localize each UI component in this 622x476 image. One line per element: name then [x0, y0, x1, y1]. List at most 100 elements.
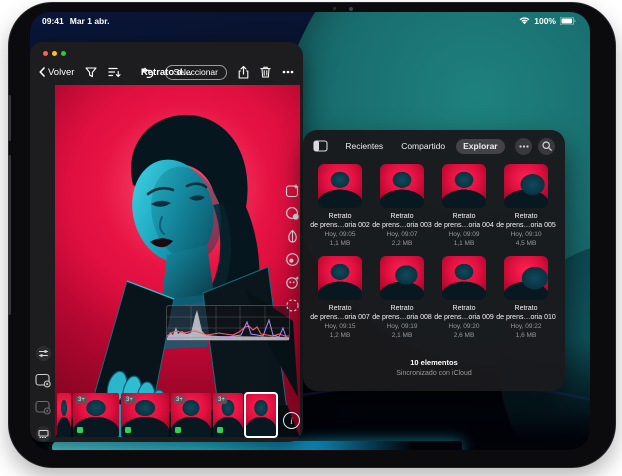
retouch-icon[interactable]: [284, 274, 301, 291]
battery-percent: 100%: [534, 16, 556, 26]
file-thumbnail: [504, 164, 548, 208]
file-size: 1,6 MB: [495, 332, 557, 340]
file-date: Hoy, 09:10: [495, 231, 557, 239]
file-thumbnail: [442, 256, 486, 300]
file-size: 2,1 MB: [371, 332, 433, 340]
front-camera: [349, 7, 353, 11]
file-size: 2,2 MB: [371, 240, 433, 248]
preset-button-dimmed[interactable]: [34, 398, 52, 416]
filmstrip-toggle-button[interactable]: [34, 425, 52, 443]
sidebar-toggle-icon[interactable]: [313, 140, 328, 152]
file-date: Hoy, 09:07: [371, 231, 433, 239]
file-thumbnail: [318, 256, 362, 300]
edited-badge: [77, 427, 83, 433]
clock: 09:41: [42, 16, 64, 26]
status-bar: 09:41 Mar 1 abr. 100%: [30, 14, 590, 28]
info-button[interactable]: i: [283, 412, 300, 429]
portrait-figure: [55, 85, 300, 437]
battery-icon: [560, 17, 576, 25]
file-date: Hoy, 09:05: [309, 231, 371, 239]
trash-icon[interactable]: [260, 66, 271, 78]
file-thumbnail: [442, 164, 486, 208]
item-count: 10 elementos: [303, 358, 565, 367]
ipad-screen: 09:41 Mar 1 abr. 100%: [30, 12, 590, 450]
filmstrip-thumb[interactable]: 3+: [73, 393, 119, 437]
files-grid: Retratode prens…oria 002 Hoy, 09:05 1,1 …: [309, 164, 559, 348]
filmstrip-thumb[interactable]: 3+: [213, 393, 243, 437]
view-options-rail: [32, 344, 54, 443]
back-label: Volver: [48, 67, 74, 78]
file-thumbnail: [380, 164, 424, 208]
file-size: 2,6 MB: [433, 332, 495, 340]
file-item[interactable]: Retratode prens…oria 002 Hoy, 09:05 1,1 …: [309, 164, 371, 248]
file-thumbnail: [318, 164, 362, 208]
files-tabs: Recientes Compartido Explorar: [338, 139, 504, 154]
filmstrip-thumb[interactable]: 3+: [171, 393, 211, 437]
clone-icon[interactable]: [284, 297, 301, 314]
back-button[interactable]: Volver: [39, 67, 74, 78]
undo-icon[interactable]: [142, 67, 154, 78]
file-item[interactable]: Retratode prens…oria 010 Hoy, 09:22 1,6 …: [495, 256, 557, 340]
auto-enhance-icon[interactable]: [284, 182, 301, 199]
histogram-panel: [166, 305, 290, 341]
sort-icon[interactable]: [108, 67, 121, 78]
file-date: Hoy, 09:15: [309, 323, 371, 331]
file-item[interactable]: Retratode prens…oria 003 Hoy, 09:07 2,2 …: [371, 164, 433, 248]
file-date: Hoy, 09:20: [433, 323, 495, 331]
photo-editor-window: Volver Retrato d… Seleccionar: [30, 42, 303, 442]
share-icon[interactable]: [238, 66, 249, 79]
filmstrip-thumb-selected[interactable]: [245, 393, 277, 437]
files-header: Recientes Compartido Explorar: [303, 130, 565, 162]
color-adjust-icon[interactable]: [284, 205, 301, 222]
wallpaper-cyan-glow: [52, 441, 462, 450]
preset-button[interactable]: [34, 371, 52, 389]
filmstrip: 3+ 3+ 3+ 3+: [57, 393, 277, 437]
front-camera: [333, 7, 336, 10]
more-icon[interactable]: [282, 70, 294, 74]
file-item[interactable]: Retratode prens…oria 007 Hoy, 09:15 1,2 …: [309, 256, 371, 340]
file-size: 4,5 MB: [495, 240, 557, 248]
file-item[interactable]: Retratode prens…oria 004 Hoy, 09:09 1,1 …: [433, 164, 495, 248]
side-button: [8, 95, 11, 141]
file-thumbnail: [380, 256, 424, 300]
file-item[interactable]: Retratode prens…oria 005 Hoy, 09:10 4,5 …: [495, 164, 557, 248]
file-date: Hoy, 09:19: [371, 323, 433, 331]
adjustments-button[interactable]: [34, 344, 52, 362]
search-button[interactable]: [538, 138, 555, 155]
files-footer: 10 elementos Sincronizado con iCloud: [303, 358, 565, 377]
edited-badge: [217, 427, 223, 433]
filmstrip-thumb[interactable]: 3+: [121, 393, 169, 437]
date: Mar 1 abr.: [70, 16, 110, 26]
file-date: Hoy, 09:09: [433, 231, 495, 239]
filmstrip-thumb[interactable]: [57, 393, 71, 437]
files-browser-panel: Recientes Compartido Explorar Retratode …: [303, 130, 565, 391]
file-thumbnail: [504, 256, 548, 300]
zoom-window-button[interactable]: [61, 51, 66, 56]
side-button: [8, 155, 11, 315]
selective-color-icon[interactable]: [284, 228, 301, 245]
file-size: 1,2 MB: [309, 332, 371, 340]
tab-recientes[interactable]: Recientes: [338, 139, 390, 154]
minimize-window-button[interactable]: [52, 51, 57, 56]
edited-badge: [175, 427, 181, 433]
tab-explorar[interactable]: Explorar: [456, 139, 505, 154]
edit-tool-rail: [284, 182, 301, 314]
file-size: 1,1 MB: [433, 240, 495, 248]
vignette-icon[interactable]: [284, 251, 301, 268]
editor-toolbar: Volver Retrato d… Seleccionar: [30, 61, 303, 83]
close-window-button[interactable]: [43, 51, 48, 56]
wifi-icon: [519, 17, 530, 25]
file-item[interactable]: Retratode prens…oria 008 Hoy, 09:19 2,1 …: [371, 256, 433, 340]
file-size: 1,1 MB: [309, 240, 371, 248]
edited-badge: [125, 427, 131, 433]
photo-canvas[interactable]: [55, 85, 300, 437]
more-options-button[interactable]: [515, 138, 532, 155]
filter-icon[interactable]: [85, 67, 97, 78]
sync-status: Sincronizado con iCloud: [303, 370, 565, 377]
file-item[interactable]: Retratode prens…oria 009 Hoy, 09:20 2,6 …: [433, 256, 495, 340]
window-controls[interactable]: [43, 51, 66, 56]
select-button[interactable]: Seleccionar: [165, 65, 227, 80]
tab-compartido[interactable]: Compartido: [394, 139, 452, 154]
file-date: Hoy, 09:22: [495, 323, 557, 331]
product-shot: 09:41 Mar 1 abr. 100%: [0, 0, 622, 476]
